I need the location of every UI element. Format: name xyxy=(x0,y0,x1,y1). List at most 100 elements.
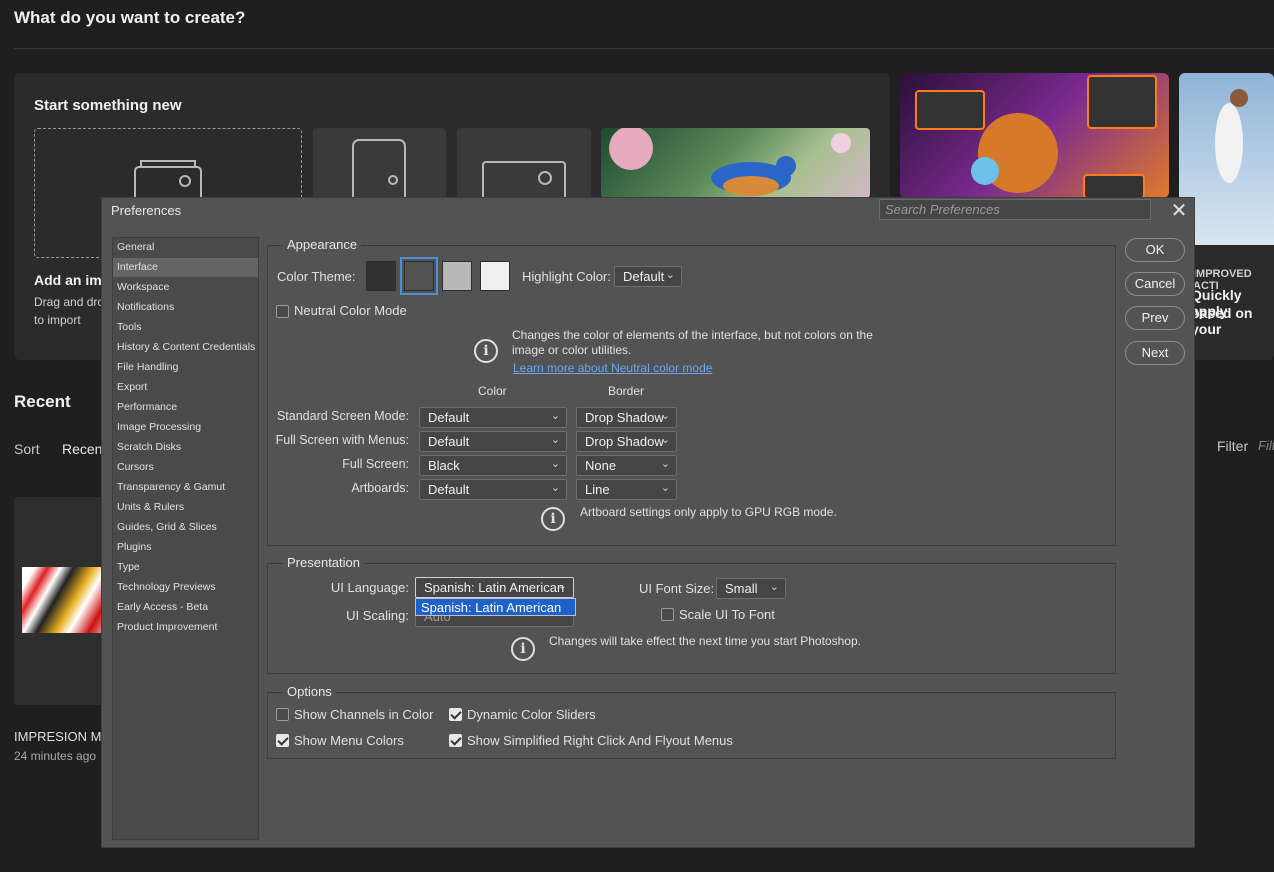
chevron-down-icon: ⌄ xyxy=(557,580,567,592)
chevron-down-icon: ⌄ xyxy=(665,269,675,281)
info-icon: i xyxy=(511,637,535,661)
color-dropdown[interactable]: Default ⌄ xyxy=(419,407,567,428)
neutral-color-mode-checkbox[interactable] xyxy=(276,305,289,318)
chevron-down-icon: ⌄ xyxy=(550,458,560,470)
screen-mode-label: Artboards: xyxy=(351,481,409,495)
ui-font-size-value: Small xyxy=(725,581,758,596)
nav-item-product-improvement[interactable]: Product Improvement xyxy=(113,618,258,637)
theme-swatch-light[interactable] xyxy=(442,261,472,291)
chevron-down-icon: ⌄ xyxy=(550,410,560,422)
nav-item-type[interactable]: Type xyxy=(113,558,258,577)
color-theme-label: Color Theme: xyxy=(277,269,356,284)
recent-file-time: 24 minutes ago xyxy=(14,749,97,763)
divider xyxy=(14,48,1274,49)
ui-language-dropdown[interactable]: Spanish: Latin American ⌄ xyxy=(415,577,574,598)
theme-swatch-dark[interactable] xyxy=(400,257,438,295)
color-column-header: Color xyxy=(478,384,507,398)
close-icon[interactable]: ✕ xyxy=(1168,198,1190,223)
scale-ui-to-font-checkbox[interactable] xyxy=(661,608,674,621)
bluebird-image-card[interactable] xyxy=(601,128,870,198)
screen-mode-label: Full Screen with Menus: xyxy=(275,433,409,447)
sort-label: Sort xyxy=(14,441,40,457)
border-dropdown[interactable]: None ⌄ xyxy=(576,455,677,476)
start-new-title: Start something new xyxy=(34,97,182,114)
screen-mode-label: Full Screen: xyxy=(342,457,409,471)
nav-item-export[interactable]: Export xyxy=(113,378,258,397)
color-value: Default xyxy=(428,482,470,497)
ui-font-size-label: UI Font Size: xyxy=(639,581,715,596)
filter-input[interactable]: Filt xyxy=(1258,438,1274,453)
dynamic-sliders-checkbox[interactable] xyxy=(449,708,462,721)
nav-item-technology-previews[interactable]: Technology Previews xyxy=(113,578,258,597)
color-dropdown[interactable]: Black ⌄ xyxy=(419,455,567,476)
nav-item-image-processing[interactable]: Image Processing xyxy=(113,418,258,437)
preferences-nav: General Interface Workspace Notifications To… xyxy=(112,237,259,840)
add-image-desc: Drag and drop xyxy=(34,295,111,309)
highlight-color-dropdown[interactable]: Default ⌄ xyxy=(614,266,682,287)
highlight-color-value: Default xyxy=(623,269,665,284)
ok-button[interactable]: OK xyxy=(1125,238,1185,262)
show-channels-label: Show Channels in Color xyxy=(294,707,434,722)
nav-item-scratch-disks[interactable]: Scratch Disks xyxy=(113,438,258,457)
theme-swatch-lightest[interactable] xyxy=(480,261,510,291)
nav-item-early-access-beta[interactable]: Early Access - Beta xyxy=(113,598,258,617)
nav-item-tools[interactable]: Tools xyxy=(113,318,258,337)
scale-ui-to-font-label: Scale UI To Font xyxy=(679,607,775,622)
nav-item-file-handling[interactable]: File Handling xyxy=(113,358,258,377)
promo-line-2: based on your xyxy=(1191,305,1253,337)
color-value: Black xyxy=(428,458,460,473)
nav-item-units-rulers[interactable]: Units & Rulers xyxy=(113,498,258,517)
prev-button[interactable]: Prev xyxy=(1125,306,1185,330)
border-dropdown[interactable]: Drop Shadow ⌄ xyxy=(576,407,677,428)
nav-item-notifications[interactable]: Notifications xyxy=(113,298,258,317)
bird-illustration xyxy=(609,128,851,196)
ui-language-label: UI Language: xyxy=(330,580,409,595)
border-value: Line xyxy=(585,482,610,497)
options-group xyxy=(267,692,1116,759)
chevron-down-icon: ⌄ xyxy=(550,482,560,494)
theme-swatch-darkest[interactable] xyxy=(366,261,396,291)
show-menu-colors-checkbox[interactable] xyxy=(276,734,289,747)
nav-item-transparency-gamut[interactable]: Transparency & Gamut xyxy=(113,478,258,497)
recent-title: Recent xyxy=(14,392,71,411)
nav-item-interface[interactable]: Interface xyxy=(113,258,258,277)
tiger-illustration xyxy=(915,75,1157,198)
next-button[interactable]: Next xyxy=(1125,341,1185,365)
neutral-info-line-2: image or color utilities. xyxy=(512,343,632,357)
tiger-promo-card[interactable] xyxy=(900,73,1169,198)
chevron-down-icon: ⌄ xyxy=(550,434,560,446)
search-preferences-input[interactable]: Search Preferences xyxy=(879,199,1151,220)
ui-language-option[interactable]: Spanish: Latin American xyxy=(415,598,576,616)
ui-font-size-dropdown[interactable]: Small ⌄ xyxy=(716,578,786,599)
color-dropdown[interactable]: Default ⌄ xyxy=(419,479,567,500)
nav-item-performance[interactable]: Performance xyxy=(113,398,258,417)
info-icon: i xyxy=(541,507,565,531)
nav-item-general[interactable]: General xyxy=(113,238,258,257)
show-channels-checkbox[interactable] xyxy=(276,708,289,721)
ui-language-value: Spanish: Latin American xyxy=(424,580,565,595)
simplified-menus-label: Show Simplified Right Click And Flyout M… xyxy=(467,733,733,748)
ui-scaling-label: UI Scaling: xyxy=(346,608,409,623)
nav-item-cursors[interactable]: Cursors xyxy=(113,458,258,477)
sort-dropdown[interactable]: Recent xyxy=(62,441,106,457)
presentation-title: Presentation xyxy=(283,555,364,570)
simplified-menus-checkbox[interactable] xyxy=(449,734,462,747)
learn-more-link[interactable]: Learn more about Neutral color mode xyxy=(513,361,712,375)
border-dropdown[interactable]: Drop Shadow ⌄ xyxy=(576,431,677,452)
color-dropdown[interactable]: Default ⌄ xyxy=(419,431,567,452)
chevron-down-icon: ⌄ xyxy=(769,581,779,593)
screen-mode-label: Standard Screen Mode: xyxy=(276,409,409,423)
recent-file-thumbnail[interactable] xyxy=(14,497,114,705)
nav-item-history-content-credentials[interactable]: History & Content Credentials xyxy=(113,338,258,357)
chevron-down-icon: ⌄ xyxy=(660,482,670,494)
nav-item-guides-grid-slices[interactable]: Guides, Grid & Slices xyxy=(113,518,258,537)
cancel-button[interactable]: Cancel xyxy=(1125,272,1185,296)
color-value: Default xyxy=(428,410,470,425)
border-dropdown[interactable]: Line ⌄ xyxy=(576,479,677,500)
recent-file-name[interactable]: IMPRESION MC xyxy=(14,729,111,744)
nav-item-plugins[interactable]: Plugins xyxy=(113,538,258,557)
neutral-info-line-1: Changes the color of elements of the int… xyxy=(512,328,873,342)
preferences-dialog: Preferences Search Preferences ✕ General… xyxy=(101,197,1195,848)
nav-item-workspace[interactable]: Workspace xyxy=(113,278,258,297)
options-title: Options xyxy=(283,684,336,699)
